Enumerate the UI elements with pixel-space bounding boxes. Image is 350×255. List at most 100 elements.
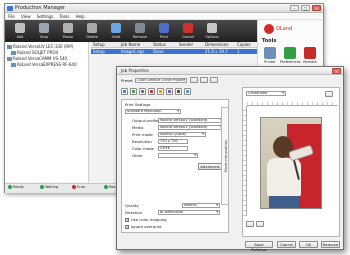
- toolbar-pause-button[interactable]: Pause: [57, 22, 79, 41]
- tiling-icon: [168, 90, 171, 93]
- tree-item[interactable]: Roland VersaEXPRESS RF-640: [11, 62, 93, 68]
- tools-heading: Tools: [262, 38, 277, 44]
- output-profile-dropdown[interactable]: Roland VersaUV (Standard): [158, 118, 224, 123]
- other-label: Other: [132, 153, 143, 158]
- status-item: Ready: [8, 185, 24, 193]
- zoom-out-button[interactable]: [256, 221, 264, 227]
- save-settings-button[interactable]: Save Settings: [245, 241, 273, 252]
- tool-remote-button[interactable]: Remote: [302, 47, 318, 65]
- tab-color[interactable]: [130, 88, 137, 95]
- pm-window-title: Production Manager: [15, 5, 66, 11]
- job-properties-dialog: Job Properties ✕ Preset Color Default (V…: [116, 66, 344, 252]
- column-header[interactable]: Sender: [179, 42, 193, 48]
- status-dot-icon: [72, 185, 76, 189]
- column-header[interactable]: Job Name: [121, 42, 140, 48]
- preset-dropdown[interactable]: Color Default (Vivid Photo): [135, 78, 187, 83]
- minimize-button[interactable]: –: [290, 5, 299, 11]
- toolbar-remove-button[interactable]: Remove: [129, 22, 151, 41]
- color-mode-field[interactable]: CMYK: [158, 146, 188, 151]
- media-dropdown[interactable]: Roland VersaUV (Standard): [158, 125, 224, 130]
- toolbar-print-button[interactable]: Print: [153, 22, 175, 41]
- tool-printer-button[interactable]: Printer: [262, 47, 278, 65]
- direction-label: Direction: [125, 210, 143, 215]
- menu-view[interactable]: View: [21, 14, 31, 19]
- preferences-icon: [284, 47, 296, 59]
- units-dropdown[interactable]: Centimeter: [246, 91, 286, 96]
- delete-icon: [87, 23, 97, 33]
- cancel-button[interactable]: Cancel: [277, 241, 296, 248]
- ignore-overprint-checkbox[interactable]: [125, 224, 129, 229]
- table-cell: Setup: [93, 49, 105, 54]
- column-header[interactable]: Status: [153, 42, 166, 48]
- tab-crop[interactable]: [148, 88, 155, 95]
- resolution-label: Resolution: [132, 139, 152, 144]
- stop-icon: [39, 23, 49, 33]
- print-mode-dropdown[interactable]: Standard resolution: [125, 109, 181, 114]
- tab-tiling[interactable]: [166, 88, 173, 95]
- pm-title-bar: Production Manager: [5, 4, 323, 13]
- maximize-button[interactable]: □: [301, 5, 310, 11]
- column-header[interactable]: Copies: [237, 42, 250, 48]
- print-settings-panel: Print Settings Standard resolution Outpu…: [121, 99, 229, 233]
- zoom-in-button[interactable]: [246, 221, 254, 227]
- toolbar-hold-button[interactable]: Hold: [105, 22, 127, 41]
- printer-tree: Roland VersaUV LEC-330 (RIP) Roland SOLJ…: [5, 42, 89, 182]
- toolbar-add-button[interactable]: Add: [9, 22, 31, 41]
- dialog-close-button[interactable]: ✕: [332, 68, 341, 74]
- toolbar-stop-button[interactable]: Stop: [33, 22, 55, 41]
- tool-preferences-button[interactable]: Preferences: [280, 47, 301, 65]
- status-dot-icon: [8, 185, 12, 189]
- vertical-ruler: [243, 106, 247, 216]
- remote-icon: [304, 47, 316, 59]
- remove-icon: [135, 23, 145, 33]
- printer-icon: [264, 47, 276, 59]
- tab-cut[interactable]: [175, 88, 182, 95]
- preset-label: Preset: [121, 78, 133, 83]
- menu-file[interactable]: File: [8, 14, 15, 19]
- direction-dropdown[interactable]: Bi-directional: [158, 210, 220, 215]
- color-mode-label: Color mode: [132, 146, 154, 151]
- preset-options-button[interactable]: [210, 77, 218, 83]
- other-dropdown[interactable]: [158, 153, 198, 158]
- column-header[interactable]: Dimensions: [205, 42, 228, 48]
- dialog-title: Job Properties: [121, 68, 149, 73]
- delete-preset-button[interactable]: [200, 77, 208, 83]
- remove-button[interactable]: Remove: [321, 241, 340, 248]
- save-preset-button[interactable]: [190, 77, 198, 83]
- ignore-overprint-label: Ignore overprint: [131, 224, 162, 229]
- tab-print[interactable]: [139, 88, 146, 95]
- pause-icon: [63, 23, 73, 33]
- toolbar-cancel-button[interactable]: Cancel: [177, 22, 199, 41]
- tab-marks[interactable]: [157, 88, 164, 95]
- column-header[interactable]: Setup: [93, 42, 105, 48]
- image-jeans: [269, 194, 299, 208]
- info-icon: [186, 90, 189, 93]
- close-button[interactable]: ✕: [312, 5, 321, 11]
- tab-layout[interactable]: [121, 88, 128, 95]
- tab-info[interactable]: [184, 88, 191, 95]
- job-table: Setup Job Name Status Sender Dimensions …: [91, 42, 257, 62]
- menu-help[interactable]: Help: [76, 14, 85, 19]
- toolbar-delete-button[interactable]: Delete: [81, 22, 103, 41]
- section-label: Print Settings: [125, 102, 151, 107]
- print-quality-label: Print mode: [132, 132, 153, 137]
- toolbar-options-button[interactable]: Options: [201, 22, 223, 41]
- use-color-mapping-checkbox[interactable]: [125, 217, 129, 222]
- resolution-field[interactable]: 720 x 720: [158, 139, 188, 144]
- color-icon: [132, 90, 135, 93]
- preview-image[interactable]: [260, 117, 322, 209]
- table-row[interactable]: Setup Image1.eps Done 21.0 x 29.7 1: [91, 49, 257, 54]
- queue-icon: [11, 63, 16, 67]
- menu-settings[interactable]: Settings: [37, 14, 53, 19]
- ok-button[interactable]: OK: [299, 241, 318, 248]
- print-icon: [159, 23, 169, 33]
- print-quality-dropdown[interactable]: Normal Quality: [158, 132, 206, 137]
- position-strip[interactable]: Move into position: [221, 107, 229, 205]
- menu-tools[interactable]: Tools: [59, 14, 69, 19]
- quality-label: Quality: [125, 203, 139, 208]
- status-item: Waiting: [40, 185, 58, 193]
- quality-dropdown[interactable]: Normal: [182, 203, 220, 208]
- preview-options-button[interactable]: [325, 91, 333, 97]
- use-color-mapping-label: Use color mapping: [131, 217, 167, 222]
- table-cell: 1: [237, 49, 240, 54]
